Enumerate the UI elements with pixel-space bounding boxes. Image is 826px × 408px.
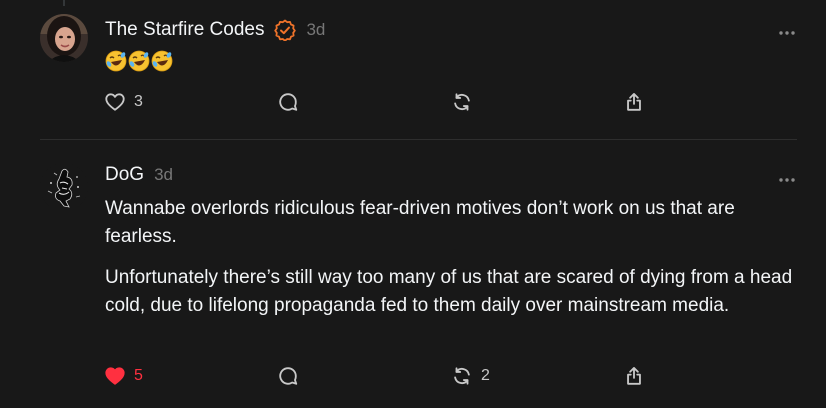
username[interactable]: DoG: [105, 164, 144, 186]
post-paragraph: Unfortunately there’s still way too many…: [105, 267, 793, 316]
avatar[interactable]: [40, 14, 88, 62]
post-time[interactable]: 3d: [306, 20, 325, 40]
reply-button[interactable]: [277, 88, 299, 116]
post-paragraph: Wannabe overlords ridiculous fear-driven…: [105, 198, 735, 247]
comment-icon: [279, 93, 298, 111]
like-count: 5: [134, 367, 143, 384]
share-button[interactable]: [623, 362, 645, 390]
share-icon: [627, 93, 641, 111]
repost-icon: [454, 93, 470, 111]
post-actions: 3: [0, 88, 826, 116]
post-header: DoG 3d: [105, 164, 173, 186]
heart-filled-icon: [105, 367, 125, 385]
repost-icon: [454, 367, 470, 385]
post-dog: DoG 3d Wannabe overlords ridiculous fear…: [0, 140, 826, 408]
reply-button[interactable]: [277, 362, 299, 390]
heart-icon: [105, 93, 125, 111]
share-button[interactable]: [623, 88, 645, 116]
post-emojis: [105, 50, 173, 72]
avatar[interactable]: [40, 163, 88, 211]
repost-button[interactable]: 2: [451, 362, 490, 390]
like-count: 3: [134, 93, 143, 110]
rolling-laughing-emoji-icon: [151, 50, 173, 72]
like-button[interactable]: 5: [104, 362, 143, 390]
repost-count: 2: [481, 367, 490, 384]
comment-icon: [279, 367, 298, 385]
more-options-button[interactable]: [776, 171, 798, 182]
post-actions: 5 2: [0, 362, 826, 390]
post-header: The Starfire Codes 3d: [105, 17, 325, 43]
like-button[interactable]: 3: [104, 88, 143, 116]
rolling-laughing-emoji-icon: [128, 50, 150, 72]
post-starfire-codes: The Starfire Codes 3d 3: [0, 0, 826, 139]
post-time[interactable]: 3d: [154, 165, 173, 185]
repost-button[interactable]: [451, 88, 473, 116]
username[interactable]: The Starfire Codes: [105, 19, 264, 41]
share-icon: [627, 367, 641, 385]
rolling-laughing-emoji-icon: [105, 50, 127, 72]
more-options-button[interactable]: [776, 24, 798, 35]
verified-badge-icon: [274, 19, 297, 42]
